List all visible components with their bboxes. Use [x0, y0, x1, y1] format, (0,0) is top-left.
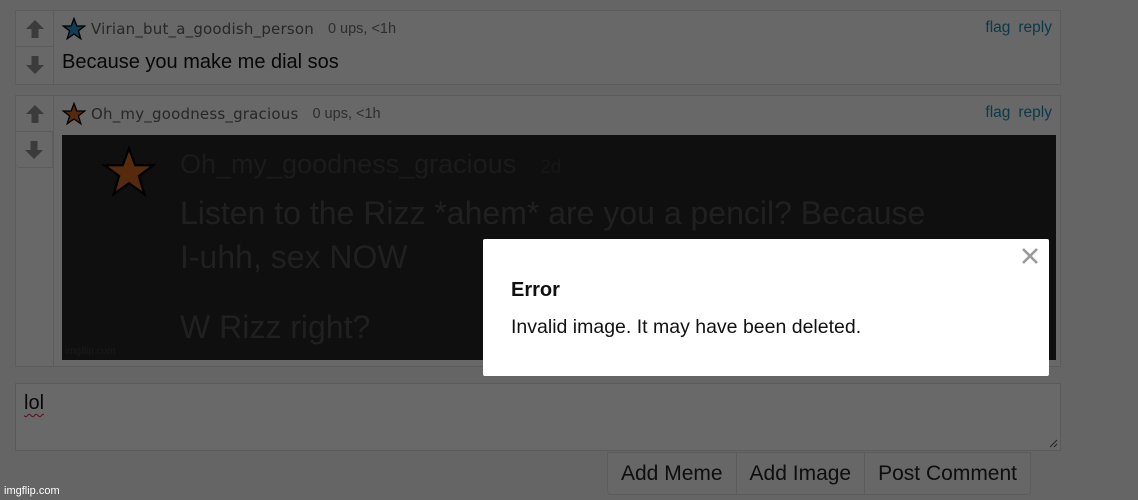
- modal-title: Error: [511, 279, 560, 301]
- imgflip-watermark: imgflip.com: [4, 485, 60, 497]
- error-modal: Error Invalid image. It may have been de…: [483, 239, 1049, 376]
- close-icon[interactable]: [1019, 245, 1041, 267]
- modal-message: Invalid image. It may have been deleted.: [511, 316, 862, 338]
